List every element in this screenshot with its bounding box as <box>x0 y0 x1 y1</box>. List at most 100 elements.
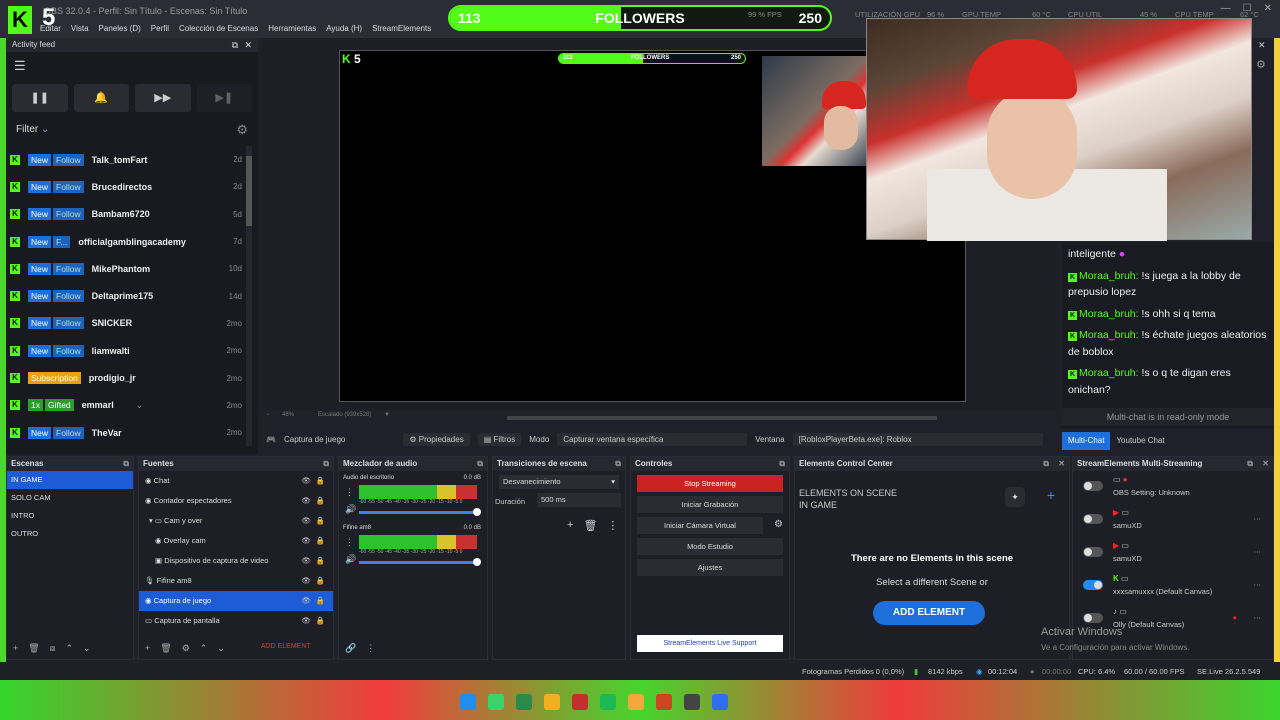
duration-input[interactable]: 500 ms <box>537 493 621 507</box>
float-icon[interactable]: ⧉ <box>779 457 785 471</box>
more-icon[interactable]: ⋮ <box>607 519 618 532</box>
live-support-button[interactable]: StreamElements Live Support <box>637 635 783 652</box>
menu-editar[interactable]: Editar <box>40 22 61 36</box>
gear-icon[interactable]: ⚙ <box>1256 58 1266 71</box>
feed-scrollbar[interactable] <box>246 146 252 446</box>
float-icon[interactable]: ⧉ <box>323 457 329 471</box>
float-icon[interactable]: ⧉ <box>615 457 621 471</box>
close-icon[interactable]: ✕ <box>1058 457 1065 471</box>
list-item[interactable]: K New Follow Deltaprime175 14d <box>10 282 242 309</box>
lock-icon[interactable]: 🔒 <box>316 531 325 551</box>
source-group[interactable]: ▾ ▭ Cam y over 👁 🔒 <box>139 511 333 531</box>
menu-perfil[interactable]: Perfil <box>151 22 169 36</box>
source-item[interactable]: ◉ Overlay cam 👁 🔒 <box>139 531 333 551</box>
volume-knob[interactable] <box>473 508 481 516</box>
list-item[interactable]: K New F... officialgamblingacademy 7d <box>10 228 242 255</box>
maximize-icon[interactable]: ☐ <box>1243 3 1252 14</box>
pause-button[interactable]: ❚❚ <box>12 84 68 112</box>
menu-streamelements[interactable]: StreamElements <box>372 22 431 36</box>
lock-icon[interactable]: 🔒 <box>316 471 325 491</box>
virtual-camera-button[interactable]: Iniciar Cámara Virtual <box>637 517 763 534</box>
menu-paneles[interactable]: Paneles (D) <box>99 22 141 36</box>
gear-icon[interactable]: ⚙ <box>774 519 783 530</box>
scene-item[interactable]: INTRO <box>7 507 133 525</box>
tab-youtube-chat[interactable]: Youtube Chat <box>1110 432 1170 450</box>
close-icon[interactable]: ✕ <box>244 38 252 52</box>
settings-button[interactable]: Ajustes <box>637 559 783 576</box>
up-icon[interactable]: ⌃ <box>200 643 208 657</box>
source-item[interactable]: ▭ Captura de pantalla 👁 🔒 <box>139 611 333 631</box>
store-icon[interactable] <box>572 694 588 710</box>
scrollbar-thumb[interactable] <box>246 156 252 226</box>
lock-icon[interactable]: 🔒 <box>316 511 325 531</box>
eye-icon[interactable]: 👁 <box>301 551 311 571</box>
tab-multi-chat[interactable]: Multi-Chat <box>1062 432 1111 450</box>
lock-icon[interactable]: 🔒 <box>316 571 325 591</box>
add-element-button[interactable]: ADD ELEMENT <box>873 601 985 625</box>
source-item[interactable]: ▣ Dispositivo de captura de video 👁 🔒 <box>139 551 333 571</box>
down-icon[interactable]: ⌄ <box>217 643 225 657</box>
stream-toggle[interactable] <box>1083 547 1103 557</box>
studio-mode-button[interactable]: Modo Estudio <box>637 538 783 555</box>
gear-icon[interactable]: ⚙ <box>182 643 190 657</box>
stream-toggle[interactable] <box>1083 481 1103 491</box>
source-item[interactable]: ◉ Captura de juego 👁 🔒 <box>139 591 333 611</box>
more-icon[interactable]: ⋯ <box>1254 613 1262 622</box>
more-icon[interactable]: ⋯ <box>1254 514 1262 523</box>
lock-icon[interactable]: 🔒 <box>316 491 325 511</box>
float-icon[interactable]: ⧉ <box>1247 457 1253 471</box>
up-icon[interactable]: ⌃ <box>65 643 73 657</box>
scene-item[interactable]: IN GAME <box>7 471 133 489</box>
eye-icon[interactable]: 👁 <box>301 531 311 551</box>
scene-item[interactable]: SOLO CAM <box>7 489 133 507</box>
chevron-down-icon[interactable]: ⌄ <box>136 400 144 411</box>
discord-icon[interactable] <box>712 694 728 710</box>
properties-button[interactable]: ⚙ Propiedades <box>403 432 470 446</box>
float-icon[interactable]: ⧉ <box>123 457 129 471</box>
stream-toggle[interactable] <box>1083 613 1103 623</box>
list-item[interactable]: K New Follow Bambam6720 5d <box>10 201 242 228</box>
filter-icon[interactable]: ⧈ <box>50 643 56 657</box>
folder-icon[interactable] <box>544 694 560 710</box>
spotify-icon[interactable] <box>600 694 616 710</box>
eye-icon[interactable]: 👁 <box>301 611 311 631</box>
trash-icon[interactable]: 🗑 <box>583 519 597 532</box>
more-icon[interactable]: ⋮ <box>345 537 354 548</box>
float-icon[interactable]: ⧉ <box>232 38 238 52</box>
menu-ayuda[interactable]: Ayuda (H) <box>326 22 362 36</box>
volume-slider[interactable] <box>359 561 477 564</box>
more-icon[interactable]: ⋯ <box>1254 580 1262 589</box>
obs-icon[interactable] <box>684 694 700 710</box>
eye-icon[interactable]: 👁 <box>301 591 311 611</box>
add-icon[interactable]: + <box>1047 487 1055 503</box>
minus-icon[interactable]: − <box>266 412 270 418</box>
more-icon[interactable]: ⋮ <box>366 643 375 657</box>
mode-select[interactable]: Capturar ventana específica <box>557 432 748 446</box>
minimize-icon[interactable]: — <box>1221 3 1231 14</box>
start-recording-button[interactable]: Iniciar Grabación <box>637 496 783 513</box>
windows-icon[interactable] <box>460 694 476 710</box>
bell-button[interactable]: 🔔 <box>73 84 129 112</box>
chevron-down-icon[interactable]: ▼ <box>384 412 390 418</box>
list-item[interactable]: K New Follow liamwalti 2mo <box>10 337 242 364</box>
eye-icon[interactable]: 👁 <box>301 511 311 531</box>
eye-icon[interactable]: 👁 <box>301 491 311 511</box>
window-select[interactable]: [RobloxPlayerBeta.exe]: Roblox <box>792 432 1043 446</box>
eye-icon[interactable]: 👁 <box>301 571 311 591</box>
lock-icon[interactable]: 🔒 <box>316 551 325 571</box>
menu-herramientas[interactable]: Herramientas <box>268 22 316 36</box>
menu-icon[interactable]: ☰ <box>14 58 26 74</box>
filters-button[interactable]: ▤ Filtros <box>477 432 522 446</box>
add-icon[interactable]: + <box>145 643 150 657</box>
stream-toggle[interactable] <box>1083 514 1103 524</box>
float-icon[interactable]: ⧉ <box>477 457 483 471</box>
roblox-icon[interactable] <box>656 694 672 710</box>
close-icon[interactable]: ✕ <box>1262 457 1269 471</box>
more-icon[interactable]: ⋯ <box>1254 547 1262 556</box>
menu-colecciones[interactable]: Colección de Escenas <box>179 22 258 36</box>
close-icon[interactable]: ✕ <box>1258 40 1266 51</box>
stream-toggle[interactable] <box>1083 580 1103 590</box>
source-item[interactable]: 🎙 Fifine am8 👁 🔒 <box>139 571 333 591</box>
list-item[interactable]: K New Follow MikePhantom 10d <box>10 255 242 282</box>
sparkle-icon[interactable]: ✦ <box>1005 487 1025 507</box>
